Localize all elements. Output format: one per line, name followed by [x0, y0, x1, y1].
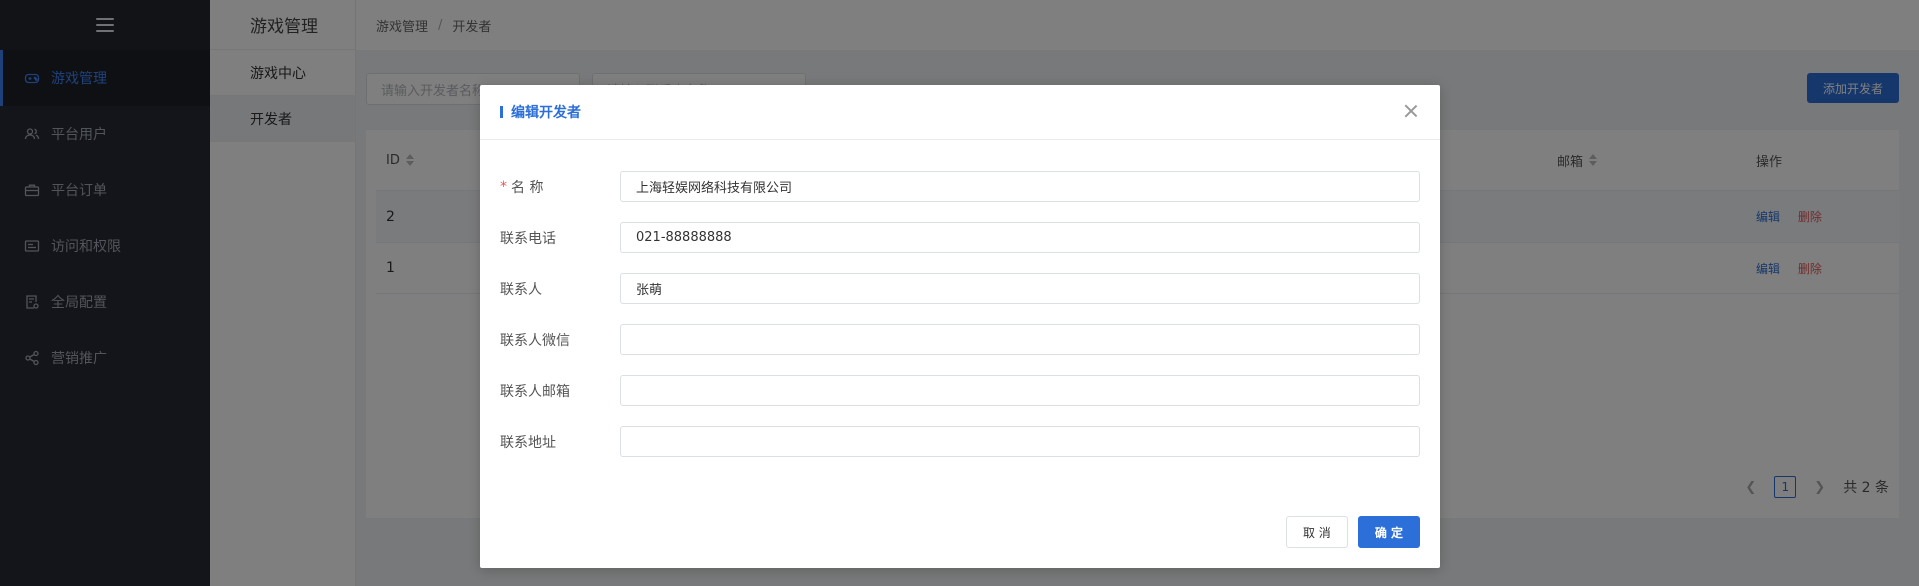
form-row-phone: 联系电话: [500, 222, 1420, 253]
developer-form: *名 称 联系电话 联系人 联系人微信 联系人邮箱 联系地址: [500, 171, 1420, 477]
field-label: 联系电话: [500, 230, 556, 247]
form-row-wechat: 联系人微信: [500, 324, 1420, 355]
field-label: 联系地址: [500, 434, 556, 451]
contact-input[interactable]: [620, 273, 1420, 304]
phone-input[interactable]: [620, 222, 1420, 253]
form-row-contact: 联系人: [500, 273, 1420, 304]
form-row-name: * 名 称: [500, 171, 1420, 202]
required-mark: *: [500, 178, 507, 195]
dialog-title: 编辑开发者: [511, 105, 581, 121]
wechat-input[interactable]: [620, 324, 1420, 355]
name-input[interactable]: [620, 171, 1420, 202]
cancel-button[interactable]: 取 消: [1285, 516, 1348, 548]
field-label: 联系人微信: [500, 332, 570, 349]
field-label: 联系人邮箱: [500, 383, 570, 400]
dialog-footer: 取 消 确 定: [1285, 516, 1420, 548]
email-input[interactable]: [620, 375, 1420, 406]
close-icon[interactable]: [1404, 104, 1418, 118]
title-accent-bar: [500, 106, 503, 118]
address-input[interactable]: [620, 426, 1420, 457]
confirm-button[interactable]: 确 定: [1357, 516, 1420, 548]
field-label: 联系人: [500, 281, 542, 298]
field-label: * 名 称: [500, 171, 543, 202]
edit-developer-dialog: 编辑开发者 *名 称 联系电话 联系人 联系人微信 联系人邮箱 联系地址 取: [480, 85, 1440, 568]
form-row-address: 联系地址: [500, 426, 1420, 457]
dialog-header: 编辑开发者: [480, 85, 1440, 140]
field-label-text: 名 称: [511, 179, 544, 196]
form-row-email: 联系人邮箱: [500, 375, 1420, 406]
